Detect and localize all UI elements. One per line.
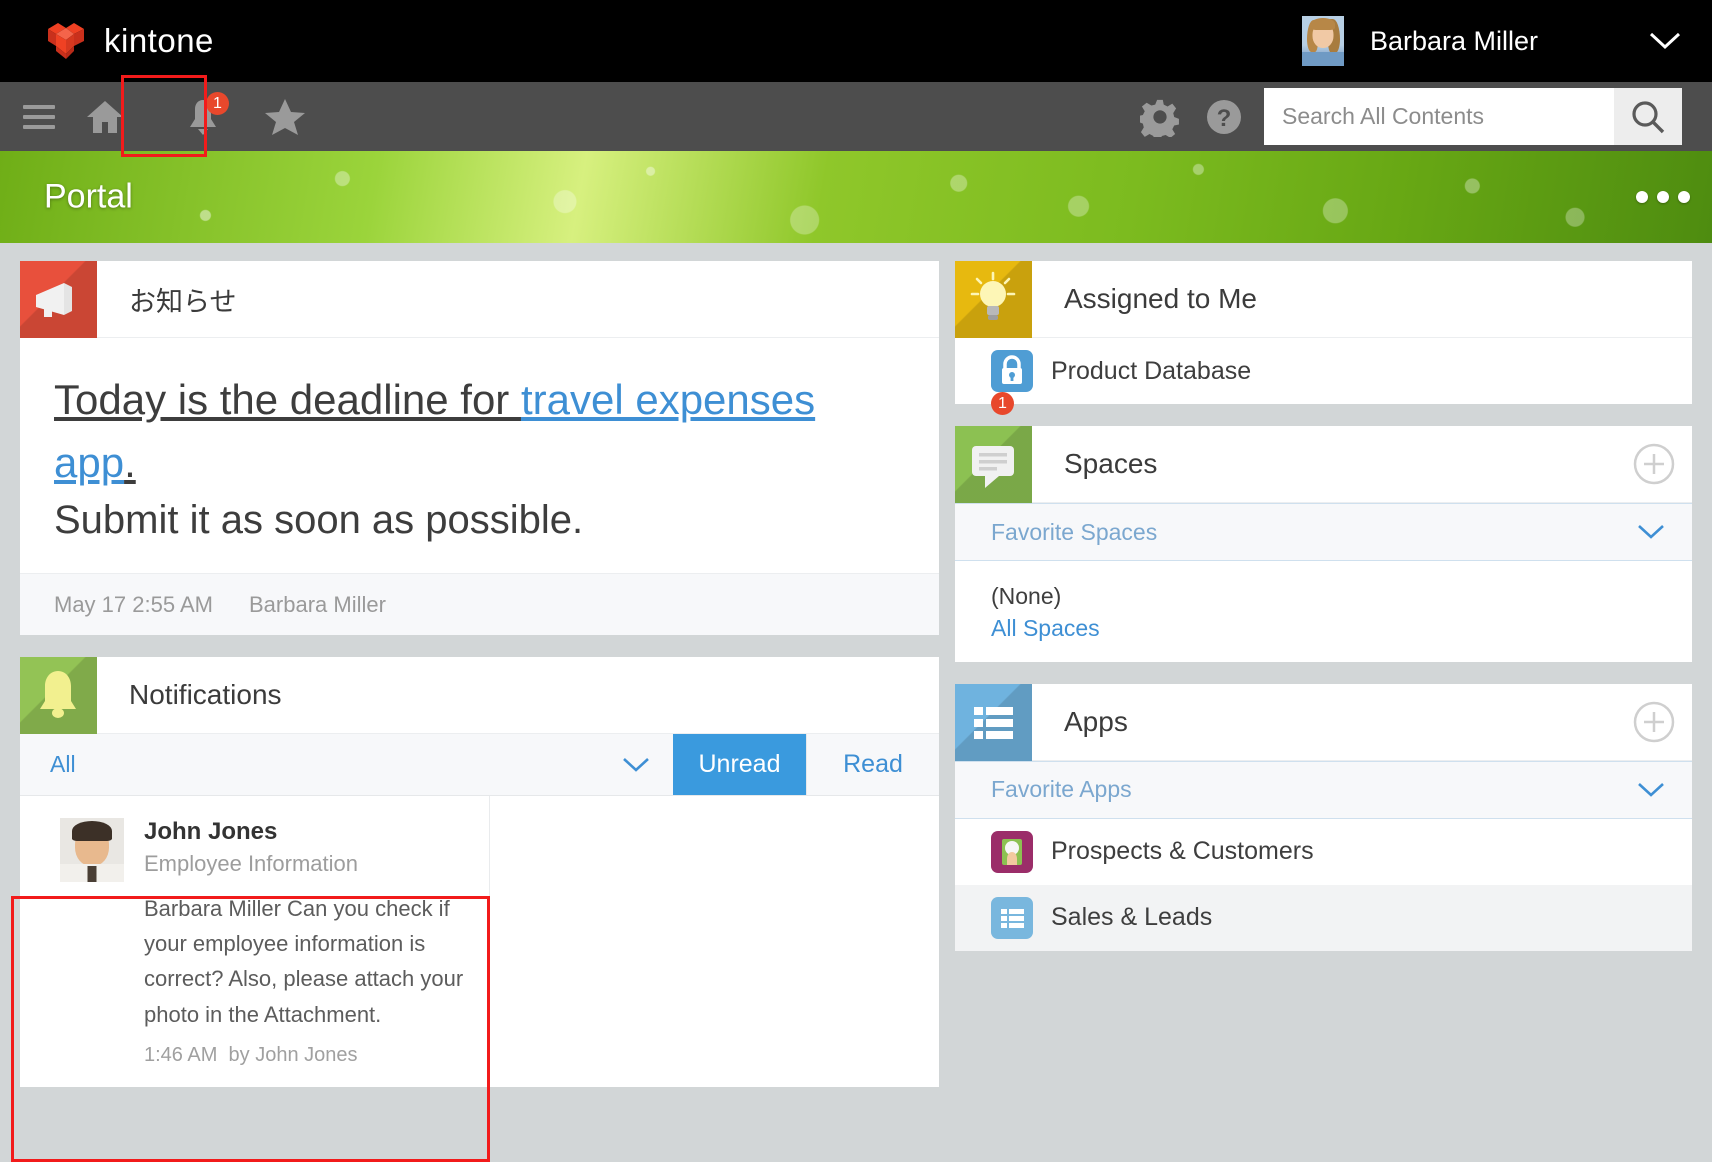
spaces-portlet: Spaces Favorite Spaces (None) All Spaces: [955, 426, 1692, 662]
assigned-to-me-portlet: Assigned to Me 1 Product Database: [955, 261, 1692, 404]
spaces-subhead-label: Favorite Spaces: [991, 519, 1157, 546]
bell-badge: 1: [206, 92, 229, 115]
announcement-author: Barbara Miller: [249, 592, 386, 618]
lightbulb-icon: [955, 261, 1032, 338]
banner-background-image: [0, 151, 1712, 243]
notifications-tabs: Unread Read: [673, 734, 939, 795]
chevron-down-icon[interactable]: [1636, 522, 1692, 542]
announcement-timestamp: May 17 2:55 AM: [54, 592, 213, 618]
spaces-list: (None) All Spaces: [955, 561, 1692, 662]
headline-prefix: Today is the deadline for: [54, 376, 521, 423]
notifications-portlet: Notifications All Unread Read: [20, 657, 939, 1087]
avatar: [60, 818, 124, 882]
apps-title: Apps: [1032, 684, 1615, 760]
notifications-toolbar: All Unread Read: [20, 734, 939, 796]
apps-portlet: Apps Favorite Apps: [955, 684, 1692, 951]
announcement-subline: Submit it as soon as possible.: [54, 498, 899, 543]
assigned-item-badge: 1: [991, 392, 1014, 415]
assigned-to-me-header: Assigned to Me: [955, 261, 1692, 338]
notifications-title: Notifications: [97, 657, 939, 733]
brand[interactable]: kintone: [44, 21, 214, 61]
notifications-list: John Jones Employee Information Barbara …: [20, 796, 939, 1087]
nav-bar: 1 ?: [0, 82, 1712, 151]
apps-subhead-label: Favorite Apps: [991, 776, 1132, 803]
bell-icon: [20, 657, 97, 734]
assigned-item-product-database[interactable]: 1 Product Database: [955, 338, 1692, 404]
announcement-portlet: お知らせ Today is the deadline for travel ex…: [20, 261, 939, 635]
notifications-filter-label[interactable]: All: [20, 751, 76, 778]
tab-read[interactable]: Read: [806, 734, 939, 795]
app-item-sales-leads[interactable]: Sales & Leads: [955, 885, 1692, 951]
spaces-subhead[interactable]: Favorite Spaces: [955, 503, 1692, 561]
notification-sender: John Jones: [144, 818, 465, 846]
announcement-body: Today is the deadline for travel expense…: [20, 338, 939, 573]
announcement-header: お知らせ: [20, 261, 939, 338]
left-column: お知らせ Today is the deadline for travel ex…: [20, 261, 939, 1109]
spaces-title: Spaces: [1032, 426, 1615, 502]
app-list-icon: [955, 684, 1032, 761]
tab-unread[interactable]: Unread: [673, 734, 806, 795]
right-column: Assigned to Me 1 Product Database: [955, 261, 1692, 973]
chevron-down-icon[interactable]: [1648, 30, 1682, 52]
notification-time: 1:46 AM: [144, 1044, 217, 1066]
star-favorites-icon[interactable]: [252, 82, 318, 151]
home-icon[interactable]: [72, 82, 138, 151]
notification-meta: 1:46 AM by John Jones: [144, 1044, 465, 1067]
search-bar[interactable]: [1264, 88, 1682, 145]
app-item-prospects-customers[interactable]: Prospects & Customers: [955, 819, 1692, 885]
chevron-down-icon[interactable]: [621, 755, 673, 775]
list-item[interactable]: John Jones Employee Information Barbara …: [20, 796, 490, 1087]
notification-text: Barbara Miller Can you check if your emp…: [144, 891, 465, 1032]
svg-text:?: ?: [1217, 105, 1232, 132]
announcement-headline: Today is the deadline for travel expense…: [54, 368, 899, 494]
main-content: お知らせ Today is the deadline for travel ex…: [0, 243, 1712, 1162]
app-item-label: Sales & Leads: [1051, 903, 1212, 932]
portal-banner: Portal: [0, 151, 1712, 243]
user-name: Barbara Miller: [1370, 26, 1538, 57]
app-item-label: Prospects & Customers: [1051, 837, 1314, 866]
page-title: Portal: [44, 178, 133, 217]
spaces-empty-label: (None): [991, 579, 1692, 615]
sales-app-icon: [991, 897, 1033, 939]
speech-bubble-icon: [955, 426, 1032, 503]
user-menu[interactable]: Barbara Miller: [1302, 0, 1682, 82]
top-bar: kintone Barbara Miller: [0, 0, 1712, 82]
hamburger-menu-icon[interactable]: [6, 82, 72, 151]
plus-circle-icon[interactable]: [1615, 684, 1692, 760]
chevron-down-icon[interactable]: [1636, 780, 1692, 800]
announcement-title: お知らせ: [97, 261, 939, 337]
brand-name: kintone: [104, 22, 214, 60]
notifications-header: Notifications: [20, 657, 939, 734]
apps-subhead[interactable]: Favorite Apps: [955, 761, 1692, 819]
bell-notification-icon[interactable]: 1: [170, 82, 236, 151]
kintone-cube-logo-icon: [44, 21, 88, 61]
announcement-footer: May 17 2:55 AM Barbara Miller: [20, 573, 939, 635]
assigned-item-label: Product Database: [1051, 357, 1251, 386]
ellipsis-menu-icon[interactable]: [1636, 191, 1690, 203]
spaces-header: Spaces: [955, 426, 1692, 503]
headline-suffix: .: [124, 439, 136, 486]
assigned-to-me-title: Assigned to Me: [1032, 261, 1692, 337]
avatar: [1302, 16, 1344, 66]
help-question-icon[interactable]: ?: [1192, 82, 1256, 151]
search-input[interactable]: [1264, 88, 1614, 145]
lock-app-icon: [991, 350, 1033, 392]
gear-settings-icon[interactable]: [1128, 82, 1192, 151]
plus-circle-icon[interactable]: [1615, 426, 1692, 502]
megaphone-icon: [20, 261, 97, 338]
notification-by: by John Jones: [229, 1044, 358, 1066]
notification-app: Employee Information: [144, 851, 465, 877]
search-icon[interactable]: [1614, 88, 1682, 145]
apps-header: Apps: [955, 684, 1692, 761]
prospects-app-icon: [991, 831, 1033, 873]
all-spaces-link[interactable]: All Spaces: [991, 615, 1100, 641]
